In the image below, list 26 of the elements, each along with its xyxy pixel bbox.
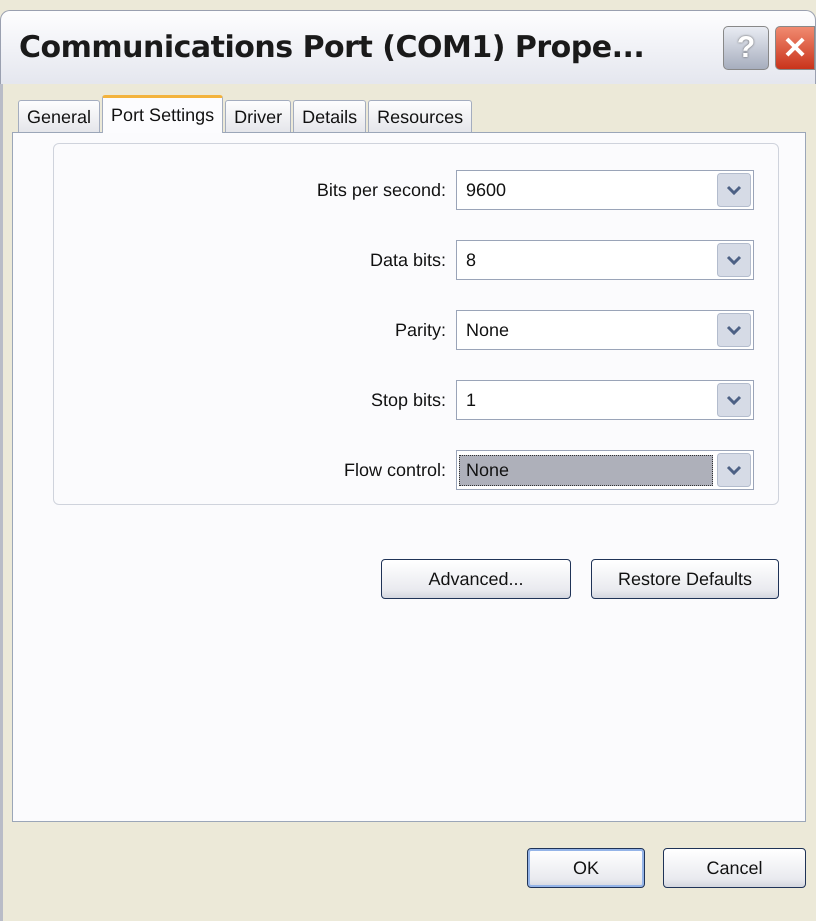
tab[interactable]: Driver [225,100,292,132]
dropdown-field[interactable]: None [456,310,754,350]
tab[interactable]: Port Settings [102,95,224,133]
dropdown-value: None [459,454,713,486]
advanced-button[interactable]: Advanced... [381,559,571,599]
ok-button[interactable]: OK [527,848,645,888]
dropdown-value: 9600 [465,178,508,202]
field-label: Flow control: [344,460,446,480]
window-title: Communications Port (COM1) Prope... [19,30,646,65]
tab[interactable]: Resources [368,100,472,132]
tab[interactable]: General [18,100,100,132]
field-label: Data bits: [370,250,446,270]
dropdown-field[interactable]: 8 [456,240,754,280]
restore-defaults-button[interactable]: Restore Defaults [591,559,779,599]
dropdown-field[interactable]: 9600 [456,170,754,210]
field-label: Stop bits: [370,390,446,410]
field-label: Parity: [394,320,446,340]
dropdown-value: None [465,318,510,342]
cancel-button[interactable]: Cancel [663,848,806,888]
dropdown-value: 8 [465,248,478,272]
tab[interactable]: Details [293,100,366,132]
dropdown-field[interactable]: 1 [456,380,754,420]
close-button[interactable]: ✕ [775,26,815,70]
dropdown-field[interactable]: None [456,450,754,490]
field-label: Bits per second: [316,180,446,200]
dropdown-value: 1 [465,388,478,412]
